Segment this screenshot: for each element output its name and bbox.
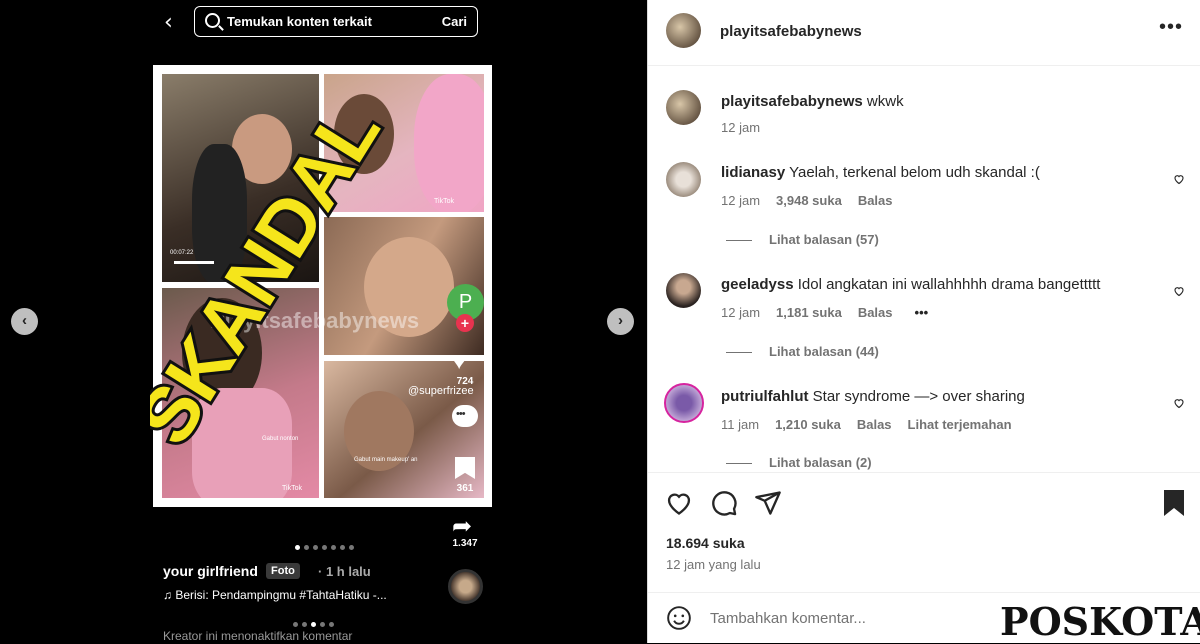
comment-bubble-icon[interactable] — [710, 489, 738, 517]
collage-photo-1: 00:07:22 — [162, 74, 319, 282]
comments-panel: playitsafebabynews ••• playitsafebabynew… — [647, 0, 1200, 644]
watermark-text: Playitsafebabynews — [210, 308, 420, 333]
comment-time: 11 jam — [721, 417, 760, 432]
caption-text: playitsafebabynews wkwk — [721, 93, 904, 110]
foto-badge: Foto — [266, 563, 300, 579]
author-username[interactable]: playitsafebabynews — [720, 23, 862, 40]
search-placeholder: Temukan konten terkait — [227, 14, 372, 29]
comment-username[interactable]: putriulfahlut — [721, 388, 808, 405]
comment-time: 12 jam — [721, 305, 761, 320]
carousel-dots — [295, 545, 354, 550]
post-header: playitsafebabynews ••• — [648, 0, 1200, 66]
add-comment-input[interactable]: Tambahkan komentar... — [710, 610, 866, 627]
prev-media-button[interactable]: ‹ — [11, 308, 38, 335]
caption-small-1: Gabut nonton — [262, 436, 299, 442]
phone-post-author[interactable]: your girlfriend — [163, 563, 258, 579]
caption-small-2: Gabut main makeup' an — [354, 457, 418, 463]
comment-text: putriulfahlut Star syndrome —> over shar… — [721, 388, 1025, 405]
caption-meta: 12 jam — [721, 120, 760, 135]
comment-username[interactable]: geeladyss — [721, 276, 794, 293]
comment-likes[interactable]: 3,948 suka — [776, 193, 842, 208]
poskota-logo: POSKOTA — [1000, 599, 1200, 644]
post-media-panel: ‹ Temukan konten terkait Cari 00:07:22 T… — [0, 0, 647, 643]
caption-avatar[interactable] — [666, 90, 701, 125]
like-count: 724 — [456, 376, 474, 387]
collage-photo-2: TikTok — [324, 74, 484, 212]
post-like-count[interactable]: 18.694 suka — [666, 535, 745, 551]
back-arrow-icon[interactable]: ‹ — [164, 10, 173, 35]
caption-time: 12 jam — [721, 120, 761, 135]
comment-like-icon[interactable] — [1173, 173, 1185, 185]
media-carousel-dots — [293, 622, 334, 627]
reply-button[interactable]: Balas — [858, 193, 893, 208]
comment-meta: 11 jam 1,210 suka Balas Lihat terjemahan — [721, 417, 1012, 432]
comment-like-icon[interactable] — [1173, 397, 1185, 409]
translate-button[interactable]: Lihat terjemahan — [908, 417, 1012, 432]
phone-post-time: · 1 h lalu — [318, 564, 371, 579]
share-arrow-icon[interactable]: ➦ — [452, 512, 472, 540]
comment-username[interactable]: lidianasy — [721, 164, 785, 181]
comment-text: geeladyss Idol angkatan ini wallahhhhh d… — [721, 276, 1100, 293]
search-icon — [205, 13, 220, 28]
comment-likes[interactable]: 1,210 suka — [775, 417, 841, 432]
caption-body: wkwk — [866, 93, 904, 110]
more-options-icon[interactable]: ••• — [1159, 16, 1183, 39]
post-time: 12 jam yang lalu — [666, 557, 761, 572]
add-comment-bar: Tambahkan komentar... POSKOTA — [648, 592, 1200, 644]
view-replies-button[interactable]: Lihat balasan (44) — [726, 344, 879, 359]
post-actions: 18.694 suka 12 jam yang lalu — [648, 472, 1200, 592]
view-replies-button[interactable]: Lihat balasan (57) — [726, 232, 879, 247]
share-send-icon[interactable] — [754, 489, 782, 517]
photo-collage: 00:07:22 TikTok Gabut nonton TikTok @sup… — [153, 65, 492, 507]
time-code: 00:07:22 — [170, 250, 194, 256]
comment-likes[interactable]: 1,181 suka — [776, 305, 842, 320]
comment-avatar[interactable] — [666, 162, 701, 197]
comment-body: Idol angkatan ini wallahhhhh drama bange… — [797, 276, 1101, 293]
caption-username[interactable]: playitsafebabynews — [721, 93, 863, 110]
comments-list: playitsafebabynews wkwk 12 jam lidianasy… — [648, 66, 1200, 472]
music-info[interactable]: ♫ Berisi: Pendampingmu #TahtaHatiku -... — [163, 588, 387, 602]
reply-button[interactable]: Balas — [858, 305, 893, 320]
creator-comments-disabled-note: Kreator ini menonaktifkan komentar — [163, 629, 353, 643]
like-heart-icon[interactable] — [665, 489, 693, 517]
reply-button[interactable]: Balas — [857, 417, 892, 432]
comment-meta: 12 jam 3,948 suka Balas — [721, 193, 893, 208]
comment-avatar[interactable] — [666, 273, 701, 308]
share-count: 1.347 — [452, 538, 478, 549]
comment-text: lidianasy Yaelah, terkenal belom udh ska… — [721, 164, 1040, 181]
emoji-icon[interactable] — [666, 605, 692, 631]
comment-meta: 12 jam 1,181 suka Balas ••• — [721, 305, 928, 320]
view-replies-button[interactable]: Lihat balasan (2) — [726, 455, 872, 470]
comment-like-icon[interactable] — [1173, 285, 1185, 297]
comment-avatar-story[interactable] — [664, 383, 704, 423]
comment-body: Star syndrome —> over sharing — [812, 388, 1025, 405]
save-bookmark-icon[interactable] — [1162, 489, 1186, 517]
comment-body: Yaelah, terkenal belom udh skandal :( — [789, 164, 1040, 181]
comment-icon[interactable] — [452, 405, 478, 427]
follow-plus-icon[interactable]: + — [456, 314, 474, 332]
tiktok-label-2: TikTok — [434, 198, 454, 205]
comment-time: 12 jam — [721, 193, 761, 208]
phone-search-bar: ‹ Temukan konten terkait Cari — [160, 6, 490, 38]
save-count: 361 — [456, 483, 474, 494]
heart-icon[interactable]: ♥ — [452, 348, 466, 376]
music-disc-icon[interactable] — [448, 569, 483, 604]
search-button[interactable]: Cari — [442, 14, 467, 29]
comment-more-icon[interactable]: ••• — [915, 305, 929, 320]
tiktok-label-4: TikTok — [282, 485, 302, 492]
next-media-button[interactable]: › — [607, 308, 634, 335]
author-avatar[interactable] — [666, 13, 701, 48]
search-box[interactable]: Temukan konten terkait Cari — [194, 6, 478, 37]
